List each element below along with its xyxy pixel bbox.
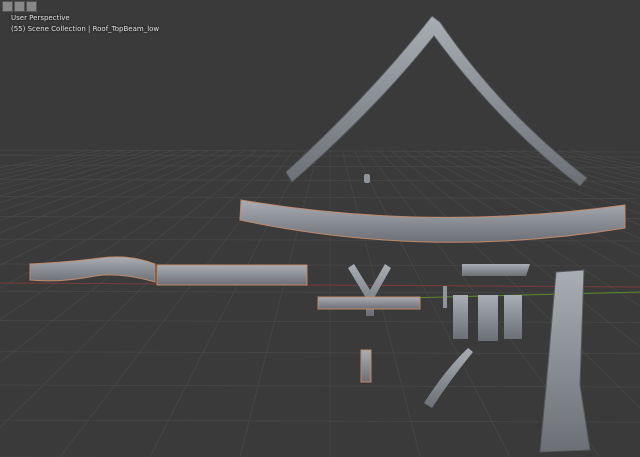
viewport-header-toolbar: [2, 1, 37, 12]
object-mode-icon[interactable]: [2, 1, 13, 12]
peg-mesh: [364, 174, 370, 183]
shading-icon[interactable]: [14, 1, 25, 12]
long-beam-right: [156, 264, 308, 286]
stub-post: [360, 349, 372, 383]
collection-info: (55) Scene Collection | Roof_TopBeam_low: [11, 25, 160, 33]
viewport-info: User Perspective (55) Scene Collection |…: [11, 13, 159, 35]
short-plank: [317, 296, 421, 310]
view-name: User Perspective: [11, 14, 70, 22]
overlay-icon[interactable]: [26, 1, 37, 12]
thin-pin: [443, 286, 447, 308]
board-2: [478, 295, 498, 341]
plank-small: [462, 264, 530, 276]
3d-viewport[interactable]: [0, 0, 640, 457]
board-1: [453, 295, 468, 339]
board-3: [504, 295, 522, 339]
